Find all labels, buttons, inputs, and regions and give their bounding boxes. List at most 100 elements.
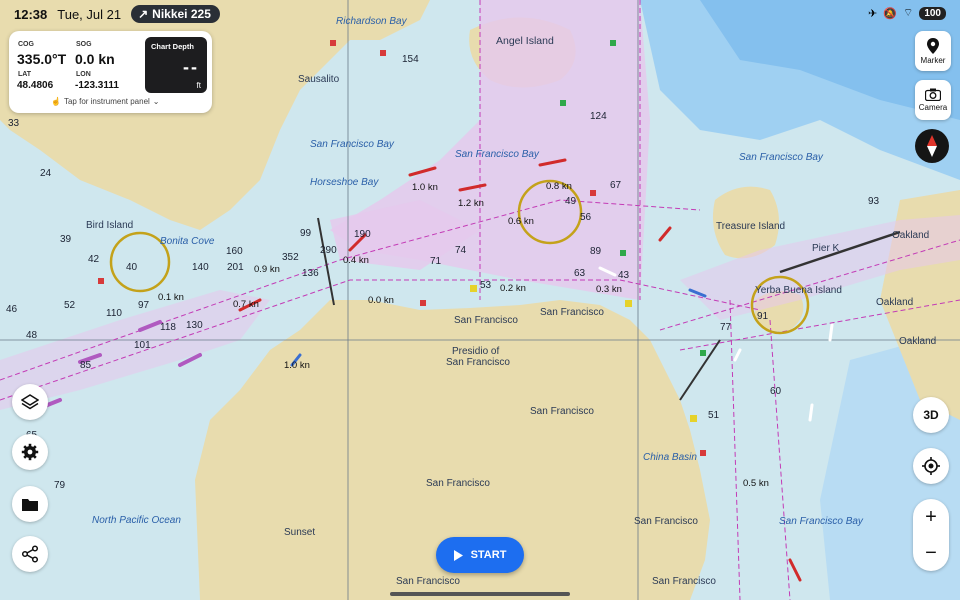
start-button[interactable]: START <box>436 537 524 573</box>
current-label: 0.7 kn <box>233 299 259 310</box>
lat-value: 48.4806 <box>17 80 54 91</box>
map-label-sf-bay-central: San Francisco Bay <box>455 149 539 160</box>
chart-depth-value: -- <box>183 57 199 77</box>
depth-sounding: 190 <box>354 229 371 240</box>
lat-label: LAT <box>18 71 32 78</box>
settings-button[interactable] <box>12 434 48 470</box>
status-icons: ✈ 🔕 ⌔ 100 <box>868 6 946 20</box>
tap-icon: ☝ <box>51 97 61 106</box>
instrument-panel-hint[interactable]: ☝ Tap for instrument panel ⌄ <box>51 97 160 106</box>
play-icon <box>453 549 463 561</box>
depth-sounding: 154 <box>402 54 419 65</box>
depth-sounding: 79 <box>54 480 66 491</box>
marker-button[interactable]: Marker <box>915 31 951 71</box>
map-label-presidio-2: San Francisco <box>446 357 510 368</box>
map-label-sf-3: San Francisco <box>530 406 594 417</box>
battery-indicator: 100 <box>919 6 946 20</box>
zoom-controls: + − <box>913 499 949 571</box>
map-label-bird-island: Bird Island <box>86 220 134 231</box>
current-label: 1.2 kn <box>458 198 484 209</box>
depth-sounding: 136 <box>302 268 319 279</box>
depth-sounding: 48 <box>26 330 38 341</box>
depth-sounding: 40 <box>126 262 138 273</box>
depth-sounding: 110 <box>106 308 122 319</box>
depth-sounding: 63 <box>574 268 586 279</box>
current-label: 0.0 kn <box>368 295 394 306</box>
compass-button[interactable] <box>915 129 949 163</box>
trending-up-icon: ↗ <box>138 7 149 21</box>
status-date: Tue, Jul 21 <box>57 6 122 22</box>
zoom-in-button[interactable]: + <box>913 499 949 535</box>
camera-label: Camera <box>918 103 948 112</box>
view-3d-button[interactable]: 3D <box>913 397 949 433</box>
current-label: 0.3 kn <box>596 284 622 295</box>
camera-button[interactable]: Camera <box>915 80 951 120</box>
wifi-icon: ⌔ <box>902 7 914 19</box>
lon-value: -123.3111 <box>75 80 119 91</box>
sog-value: 0.0 kn <box>75 51 115 67</box>
map-label-sf-1: San Francisco <box>454 315 518 326</box>
depth-sounding: 101 <box>134 340 151 351</box>
layers-button[interactable] <box>12 384 48 420</box>
share-button[interactable] <box>12 536 48 572</box>
status-bar: 12:38 Tue, Jul 21 ↗ Nikkei 225 <box>0 0 960 28</box>
map-label-presidio-1: Presidio of <box>452 346 500 357</box>
current-label: 1.0 kn <box>412 182 438 193</box>
depth-sounding: 51 <box>708 410 720 421</box>
depth-sounding: 52 <box>64 300 76 311</box>
current-label: 0.4 kn <box>343 255 369 266</box>
depth-sounding: 33 <box>8 118 20 129</box>
map-label-horseshoe-bay: Horseshoe Bay <box>310 177 379 188</box>
zoom-out-button[interactable]: − <box>913 535 949 571</box>
airplane-mode-icon: ✈ <box>868 7 878 20</box>
instrument-panel[interactable]: COG 335.0°T SOG 0.0 kn LAT 48.4806 LON -… <box>9 31 212 113</box>
current-label: 0.2 kn <box>500 283 526 294</box>
chart-depth-unit: ft <box>196 81 201 90</box>
home-indicator[interactable] <box>390 592 570 596</box>
camera-icon <box>925 88 941 101</box>
plus-icon: + <box>925 505 937 528</box>
mute-icon: 🔕 <box>883 7 897 20</box>
map-label-yerba-buena: Yerba Buena Island <box>755 285 842 296</box>
compass-needle-icon <box>927 135 937 157</box>
cog-label: COG <box>18 41 34 48</box>
depth-sounding: 99 <box>300 228 312 239</box>
map-label-oakland-2: Oakland <box>876 297 914 308</box>
files-button[interactable] <box>12 486 48 522</box>
depth-sounding: 24 <box>40 168 52 179</box>
depth-sounding: 201 <box>227 262 244 273</box>
depth-sounding: 39 <box>60 234 72 245</box>
map-label-sf-6: San Francisco <box>396 576 460 587</box>
start-label: START <box>470 549 507 561</box>
map-label-bonita-cove: Bonita Cove <box>160 236 215 247</box>
minus-icon: − <box>925 541 937 564</box>
current-label: 1.0 kn <box>284 360 310 371</box>
map-label-china-basin: China Basin <box>643 452 697 463</box>
map-label-sunset: Sunset <box>284 527 316 538</box>
depth-sounding: 118 <box>160 322 176 333</box>
folder-icon <box>22 498 38 511</box>
current-label: 0.9 kn <box>254 264 280 275</box>
current-label: 0.1 kn <box>158 292 184 303</box>
chevron-down-icon: ⌄ <box>152 97 160 106</box>
gear-icon <box>21 443 39 461</box>
ticker-chip[interactable]: ↗ Nikkei 225 <box>131 5 220 23</box>
current-label: 0.8 kn <box>546 181 572 192</box>
depth-sounding: 67 <box>610 180 622 191</box>
map-pin-icon <box>927 37 939 54</box>
map-label-sf-2: San Francisco <box>540 307 604 318</box>
locate-button[interactable] <box>913 448 949 484</box>
depth-sounding: 43 <box>618 270 630 281</box>
depth-sounding: 140 <box>192 262 209 273</box>
map-label-north-pacific: North Pacific Ocean <box>92 515 181 526</box>
depth-sounding: 290 <box>320 245 337 256</box>
depth-sounding: 46 <box>6 304 18 315</box>
depth-sounding: 71 <box>430 256 442 267</box>
chart-depth-box[interactable]: Chart Depth -- ft <box>145 37 207 93</box>
depth-sounding: 49 <box>565 196 577 207</box>
depth-sounding: 130 <box>186 320 203 331</box>
lon-label: LON <box>76 71 91 78</box>
depth-sounding: 85 <box>80 360 92 371</box>
map-label-sf-5: San Francisco <box>634 516 698 527</box>
depth-sounding: 160 <box>226 246 243 257</box>
